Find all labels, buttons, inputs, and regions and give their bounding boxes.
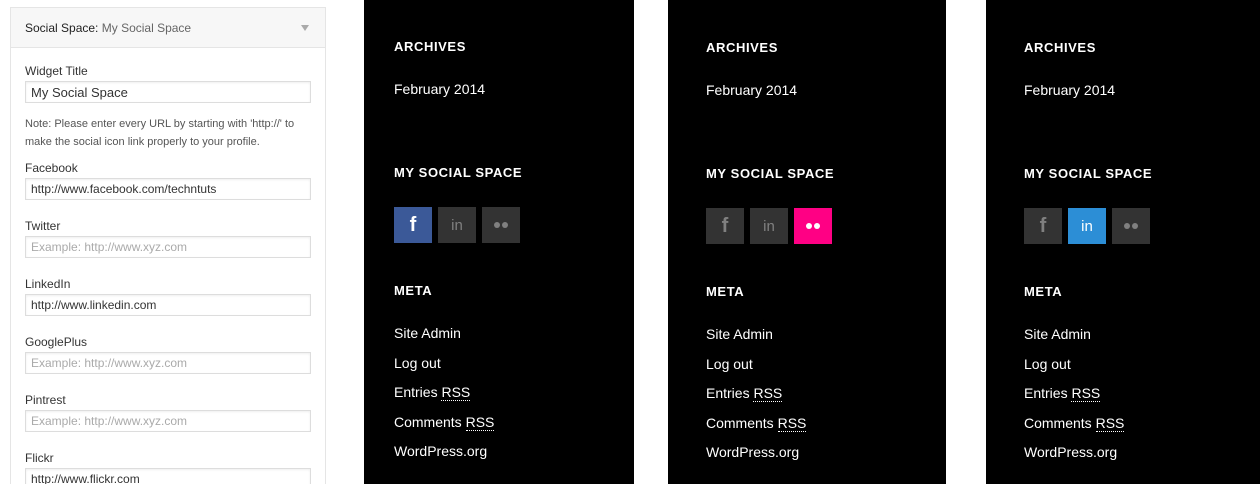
facebook-glyph: f xyxy=(1039,214,1047,237)
widget-subtitle: My Social Space xyxy=(101,20,192,35)
linkedin-icon[interactable]: in xyxy=(1068,208,1106,244)
sidebar-preview-linkedin: ARCHIVES February 2014 MY SOCIAL SPACE f… xyxy=(986,0,1260,484)
wordpress-link[interactable]: WordPress.org xyxy=(706,444,799,460)
archive-link[interactable]: February 2014 xyxy=(394,81,485,97)
social-icons: f in xyxy=(394,207,520,243)
social-space-heading: MY SOCIAL SPACE xyxy=(1024,166,1153,181)
linkedin-icon[interactable]: in xyxy=(750,208,788,244)
rss-abbr: RSS xyxy=(777,415,807,432)
entries-rss-link[interactable]: Entries RSS xyxy=(706,385,783,402)
facebook-icon[interactable]: f xyxy=(706,208,744,244)
pintrest-label: Pintrest xyxy=(25,393,66,407)
social-space-widget: Social Space: My Social Space Widget Tit… xyxy=(10,7,326,484)
log-out-link[interactable]: Log out xyxy=(394,355,441,371)
twitter-label: Twitter xyxy=(25,219,61,233)
pintrest-url-input[interactable] xyxy=(25,410,311,432)
widget-title-label: Widget Title xyxy=(25,64,88,78)
rss-abbr: RSS xyxy=(1071,385,1101,402)
site-admin-link[interactable]: Site Admin xyxy=(1024,326,1091,342)
site-admin-link[interactable]: Site Admin xyxy=(394,325,461,341)
rss-abbr: RSS xyxy=(441,384,471,401)
archives-heading: ARCHIVES xyxy=(706,40,778,55)
archives-heading: ARCHIVES xyxy=(1024,40,1096,55)
sidebar-preview-facebook: ARCHIVES February 2014 MY SOCIAL SPACE f… xyxy=(364,0,634,484)
facebook-url-input[interactable] xyxy=(25,178,311,200)
flickr-label: Flickr xyxy=(25,451,54,465)
site-admin-link[interactable]: Site Admin xyxy=(706,326,773,342)
facebook-icon[interactable]: f xyxy=(394,207,432,243)
comments-label: Comments xyxy=(1024,415,1092,431)
rss-abbr: RSS xyxy=(1095,415,1125,432)
social-space-heading: MY SOCIAL SPACE xyxy=(394,165,523,180)
comments-label: Comments xyxy=(706,415,774,431)
archive-link[interactable]: February 2014 xyxy=(706,82,797,98)
archives-heading: ARCHIVES xyxy=(394,39,466,54)
linkedin-icon[interactable]: in xyxy=(438,207,476,243)
entries-label: Entries xyxy=(706,385,750,401)
comments-rss-link[interactable]: Comments RSS xyxy=(1024,415,1125,432)
social-space-heading: MY SOCIAL SPACE xyxy=(706,166,835,181)
flickr-url-input[interactable] xyxy=(25,468,311,484)
expand-arrow-icon[interactable] xyxy=(301,24,309,31)
meta-heading: META xyxy=(706,284,745,299)
archive-link[interactable]: February 2014 xyxy=(1024,82,1115,98)
widget-header-title: Social Space: My Social Space xyxy=(25,21,191,35)
entries-label: Entries xyxy=(394,384,438,400)
comments-rss-link[interactable]: Comments RSS xyxy=(706,415,807,432)
comments-label: Comments xyxy=(394,414,462,430)
linkedin-label: LinkedIn xyxy=(25,277,71,291)
meta-heading: META xyxy=(394,283,433,298)
entries-rss-link[interactable]: Entries RSS xyxy=(1024,385,1101,402)
linkedin-glyph: in xyxy=(763,217,775,235)
widget-form: Widget Title Note: Please enter every UR… xyxy=(11,48,325,484)
flickr-icon[interactable] xyxy=(794,208,832,244)
comments-rss-link[interactable]: Comments RSS xyxy=(394,414,495,431)
linkedin-url-input[interactable] xyxy=(25,294,311,316)
wordpress-link[interactable]: WordPress.org xyxy=(1024,444,1117,460)
social-icons: f in xyxy=(1024,208,1150,244)
social-icons: f in xyxy=(706,208,832,244)
log-out-link[interactable]: Log out xyxy=(1024,356,1071,372)
widget-header[interactable]: Social Space: My Social Space xyxy=(11,8,325,48)
entries-label: Entries xyxy=(1024,385,1068,401)
sidebar-preview-flickr: ARCHIVES February 2014 MY SOCIAL SPACE f… xyxy=(668,0,946,484)
linkedin-glyph: in xyxy=(1081,217,1093,235)
googleplus-label: GooglePlus xyxy=(25,335,88,349)
facebook-label: Facebook xyxy=(25,161,78,175)
twitter-url-input[interactable] xyxy=(25,236,311,258)
rss-abbr: RSS xyxy=(753,385,783,402)
rss-abbr: RSS xyxy=(465,414,495,431)
flickr-icon[interactable] xyxy=(1112,208,1150,244)
entries-rss-link[interactable]: Entries RSS xyxy=(394,384,471,401)
widget-name: Social Space: xyxy=(25,20,99,35)
log-out-link[interactable]: Log out xyxy=(706,356,753,372)
linkedin-glyph: in xyxy=(451,216,463,234)
meta-heading: META xyxy=(1024,284,1063,299)
facebook-glyph: f xyxy=(409,213,417,236)
googleplus-url-input[interactable] xyxy=(25,352,311,374)
widget-title-input[interactable] xyxy=(25,81,311,103)
facebook-icon[interactable]: f xyxy=(1024,208,1062,244)
url-note: Note: Please enter every URL by starting… xyxy=(25,118,295,148)
flickr-icon[interactable] xyxy=(482,207,520,243)
wordpress-link[interactable]: WordPress.org xyxy=(394,443,487,459)
facebook-glyph: f xyxy=(721,214,729,237)
